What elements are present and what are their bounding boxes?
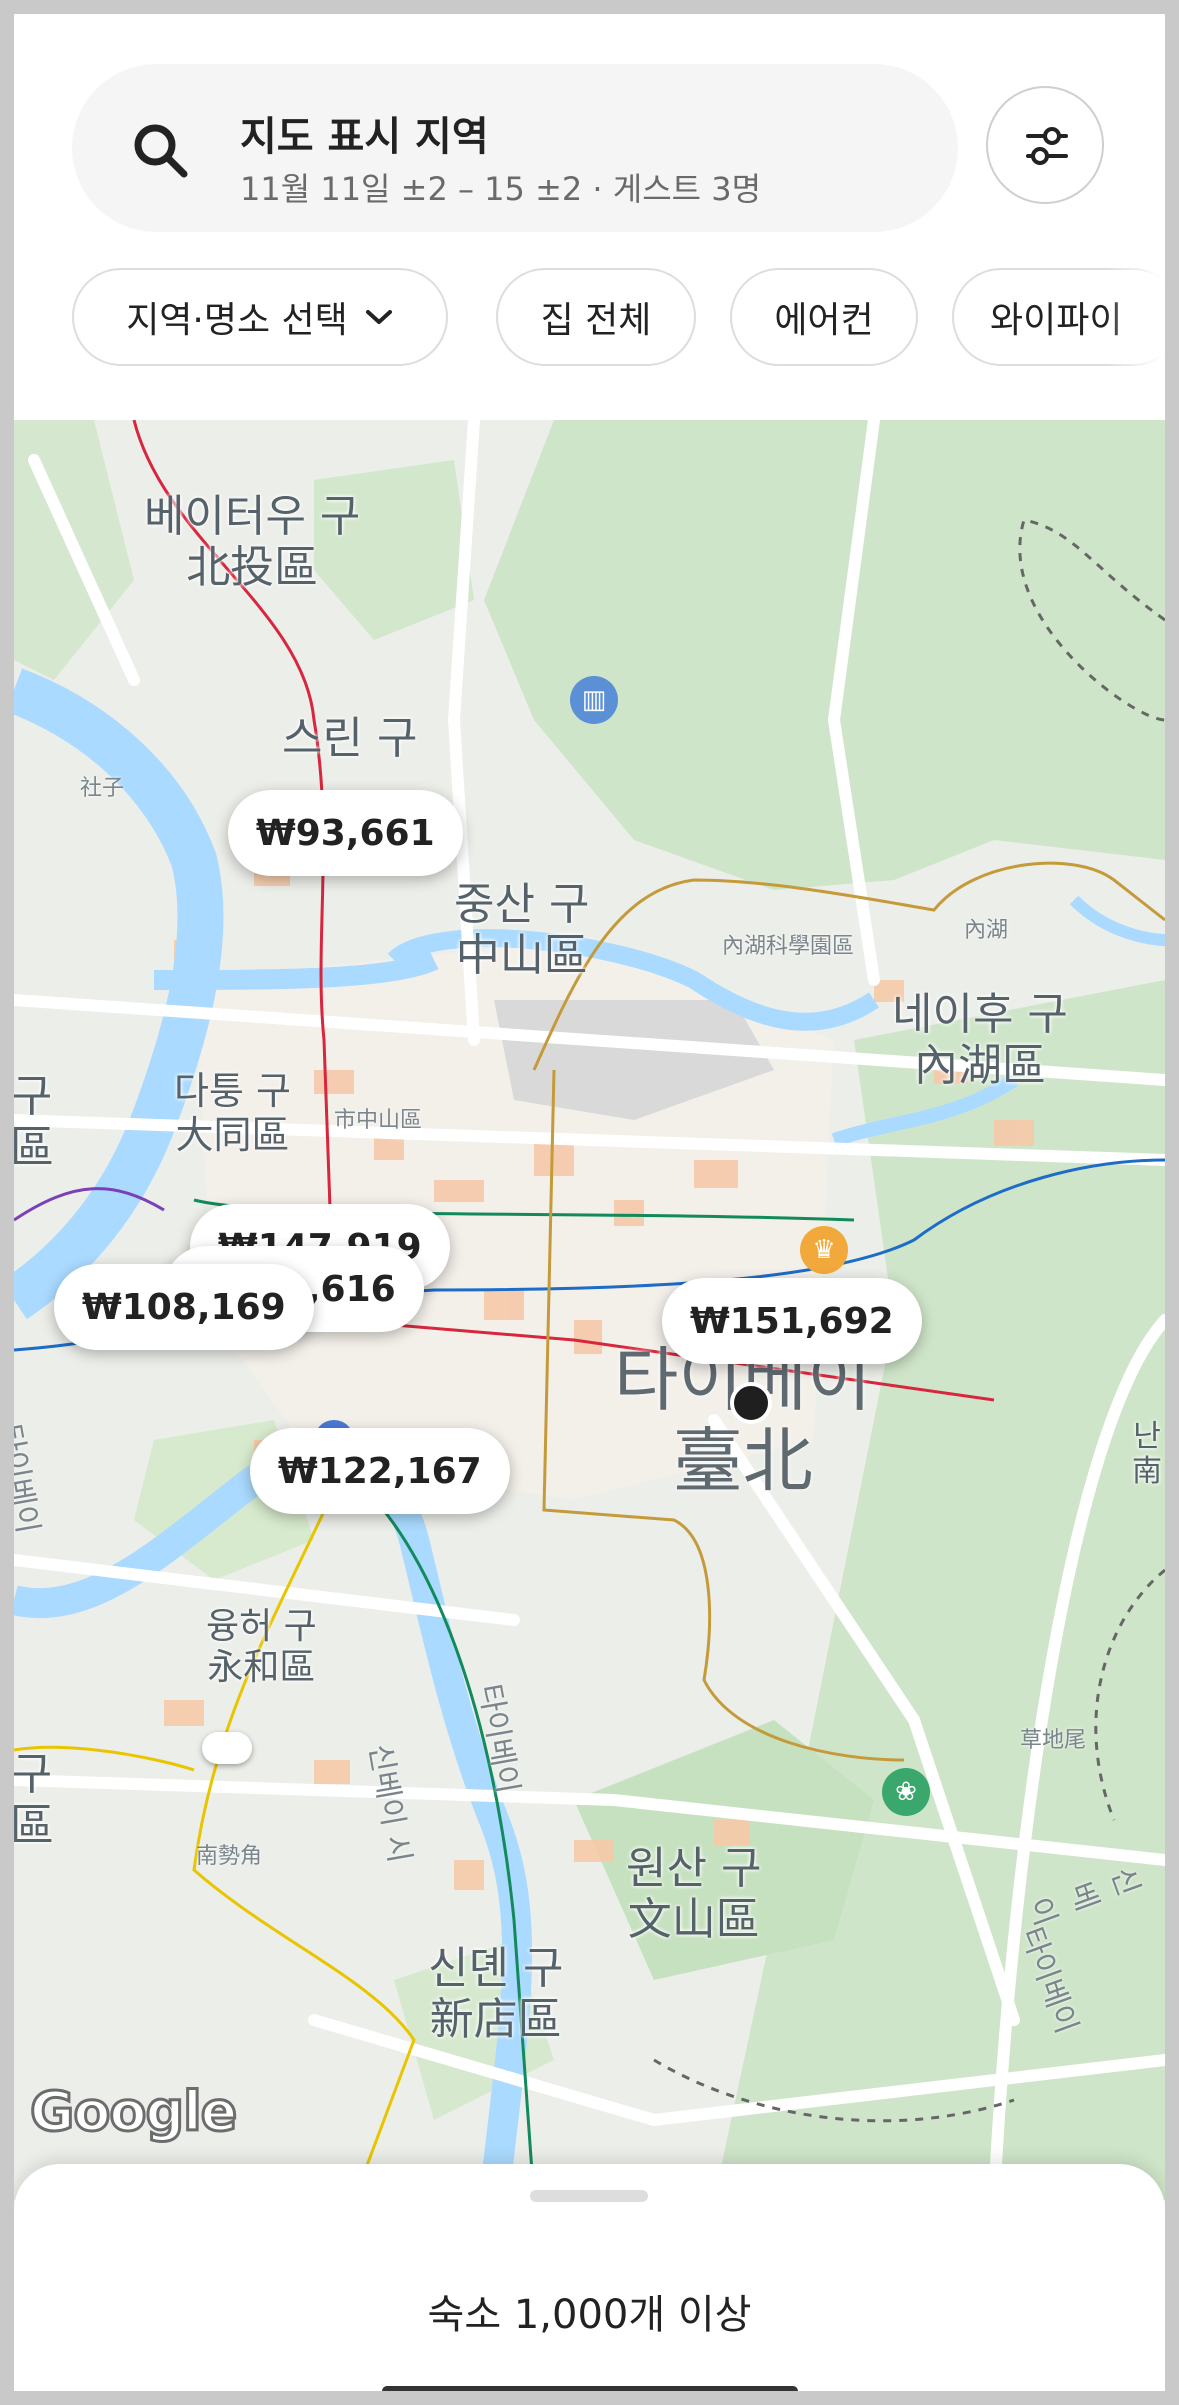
place-label-neihu: 內湖 <box>964 918 1009 943</box>
map-view[interactable]: 베이터우 구 北投區 스린 구 중산 구 中山區 네이후 구 內湖區 다퉁 구 大同區 … <box>14 420 1165 2200</box>
park-paw-icon[interactable]: ❀ <box>882 1768 930 1816</box>
place-label-nanshijiao: 南勢角 <box>196 1844 263 1869</box>
chevron-down-icon <box>365 310 392 324</box>
shopping-icon[interactable]: ♛ <box>800 1226 848 1274</box>
place-label-caodiwei: 草地尾 <box>1020 1728 1087 1753</box>
district-label-left-edge: 구區 <box>14 1071 54 1173</box>
price-pin[interactable]: ₩122,167 <box>250 1428 510 1514</box>
district-label-right-edge: 난南 <box>1132 1419 1162 1489</box>
price-pin[interactable]: ₩93,661 <box>228 790 463 876</box>
chip-air-conditioning[interactable]: 에어컨 <box>730 268 918 366</box>
small-price-pin[interactable] <box>202 1732 252 1764</box>
district-label-beitou: 베이터우 구 北投區 <box>144 491 361 593</box>
home-indicator <box>382 2386 798 2391</box>
district-label-zhongshan: 중산 구 中山區 <box>454 879 590 981</box>
search-title: 지도 표시 지역 <box>240 114 489 160</box>
listing-count: 숙소 1,000개 이상 <box>427 2292 752 2338</box>
district-label-neihu: 네이후 구 內湖區 <box>892 989 1068 1091</box>
search-subtitle: 11월 11일 ±2 – 15 ±2 · 게스트 3명 <box>240 170 762 208</box>
chip-entire-home[interactable]: 집 전체 <box>496 268 696 366</box>
price-label: ₩151,692 <box>690 1300 894 1342</box>
app-frame: 지도 표시 지역 11월 11일 ±2 – 15 ±2 · 게스트 3명 지역·… <box>14 14 1165 2391</box>
chip-row-fade <box>1105 268 1165 368</box>
google-logo: Google <box>28 2079 238 2145</box>
district-label-shilin: 스린 구 <box>282 713 418 764</box>
price-label: ₩108,169 <box>82 1286 286 1328</box>
search-bar[interactable]: 지도 표시 지역 11월 11일 ±2 – 15 ±2 · 게스트 3명 <box>72 64 958 232</box>
sheet-drag-handle[interactable] <box>530 2190 648 2202</box>
sliders-icon <box>1026 127 1068 165</box>
place-label-neihu-science-park: 內湖科學園區 <box>722 934 855 959</box>
district-label-xindian: 신뎬 구 新店區 <box>428 1943 564 2045</box>
chip-label: 집 전체 <box>540 300 652 341</box>
price-label: ₩122,167 <box>278 1450 482 1492</box>
search-icon <box>134 124 188 178</box>
district-label-wenshan: 원산 구 文山區 <box>626 1843 762 1945</box>
district-label-yonghe: 융허 구 永和區 <box>206 1606 317 1689</box>
price-pin[interactable]: ₩108,169 <box>54 1264 314 1350</box>
district-label-datong: 다퉁 구 大同區 <box>174 1069 291 1157</box>
chip-label: 에어컨 <box>774 300 874 341</box>
district-label-left-edge-2: 구區 <box>14 1749 54 1851</box>
chip-region-select[interactable]: 지역·명소 선택 <box>72 268 448 366</box>
filters-button[interactable] <box>986 86 1104 204</box>
place-label-zhongshan-station: 市中山區 <box>334 1108 423 1133</box>
chip-label: 지역·명소 선택 <box>126 300 348 341</box>
location-dot <box>730 1382 772 1424</box>
place-label-shezi: 社子 <box>80 776 125 801</box>
chip-label: 와이파이 <box>990 300 1123 341</box>
price-label: ₩93,661 <box>256 812 435 854</box>
results-bottom-sheet[interactable]: 숙소 1,000개 이상 <box>14 2164 1165 2391</box>
price-pin[interactable]: ₩151,692 <box>662 1278 922 1364</box>
filter-chip-row: 지역·명소 선택 집 전체 에어컨 와이파이 <box>72 268 1165 368</box>
museum-icon[interactable]: ▥ <box>570 676 618 724</box>
